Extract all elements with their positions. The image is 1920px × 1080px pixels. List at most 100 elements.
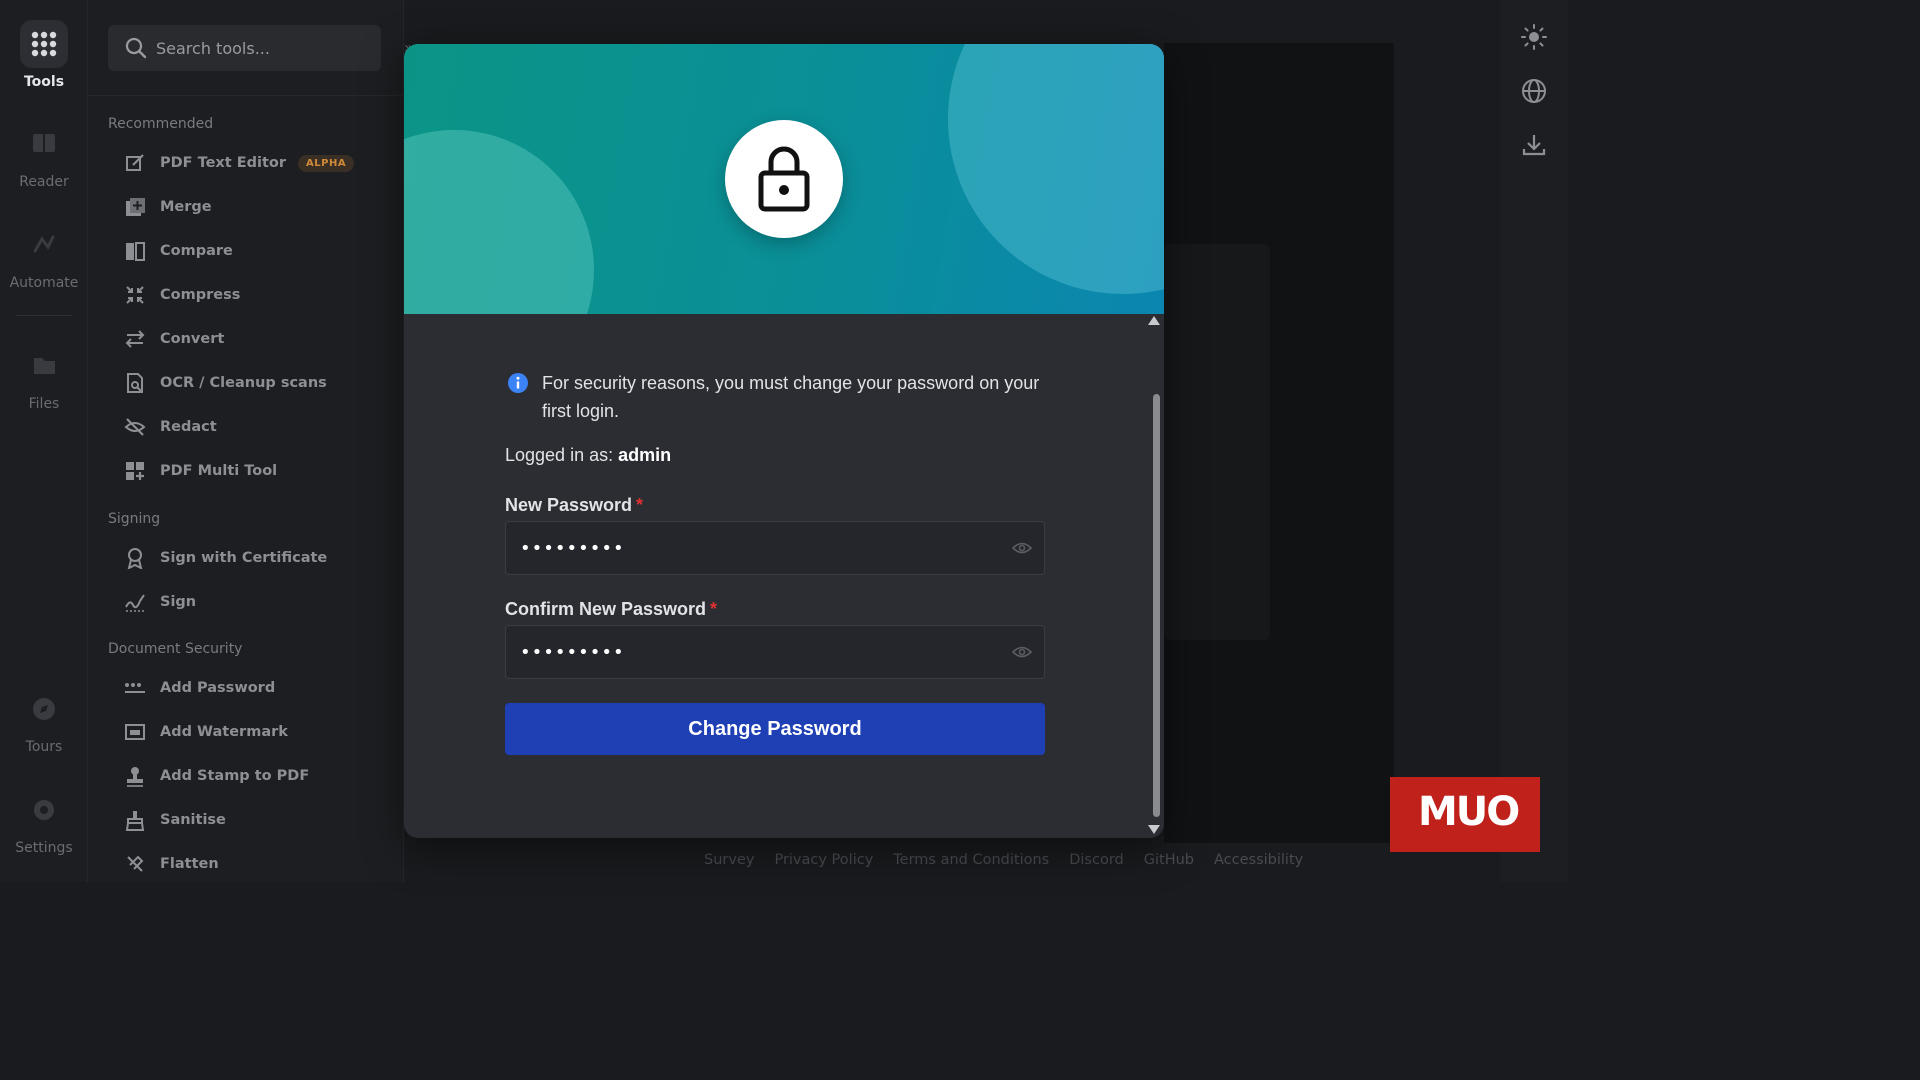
search-icon <box>125 37 147 63</box>
app-rail: Tools Reader Automate Files Tours Settin… <box>0 0 88 882</box>
search-input[interactable] <box>156 25 371 71</box>
lock-icon <box>758 146 810 212</box>
tools-panel: Recommended PDF Text Editor ALPHA Merge … <box>88 0 404 882</box>
tool-pdf-multi-tool[interactable]: PDF Multi Tool <box>124 456 277 486</box>
tool-pdf-text-editor[interactable]: PDF Text Editor ALPHA <box>124 148 355 178</box>
eye-off-icon <box>124 416 146 438</box>
tool-compress[interactable]: Compress <box>124 280 240 310</box>
label-text: New Password <box>505 495 633 515</box>
tool-label: OCR / Cleanup scans <box>160 375 327 391</box>
security-notice: For security reasons, you must change yo… <box>542 373 1040 421</box>
confirm-password-input[interactable] <box>520 626 1000 678</box>
tool-label: Convert <box>160 331 225 347</box>
tool-sign[interactable]: Sign <box>124 587 196 617</box>
certificate-icon <box>124 547 146 570</box>
label-text: Confirm New Password <box>505 599 707 619</box>
flatten-icon <box>124 853 146 875</box>
rail-item-tools[interactable]: Tools <box>0 20 88 90</box>
tool-label: PDF Text Editor <box>160 155 287 171</box>
rail-label: Reader <box>19 174 69 190</box>
new-password-input[interactable] <box>520 522 1000 574</box>
show-password-icon[interactable] <box>1011 540 1033 560</box>
logged-in-prefix: Logged in as: <box>505 445 614 465</box>
tool-redact[interactable]: Redact <box>124 412 217 442</box>
tool-compare[interactable]: Compare <box>124 236 233 266</box>
tool-label: Compress <box>160 287 241 303</box>
tool-add-stamp[interactable]: Add Stamp to PDF <box>124 761 309 791</box>
tool-add-watermark[interactable]: Add Watermark <box>124 717 288 747</box>
book-icon <box>20 120 68 168</box>
scroll-down-arrow[interactable] <box>1148 825 1160 834</box>
footer-link-privacy[interactable]: Privacy Policy <box>774 852 873 868</box>
modal-header-banner <box>404 44 1164 314</box>
scroll-up-arrow[interactable] <box>1148 316 1160 325</box>
rail-label: Automate <box>9 275 79 291</box>
rail-label: Files <box>28 396 60 412</box>
tool-add-password[interactable]: Add Password <box>124 673 275 703</box>
footer-link-terms[interactable]: Terms and Conditions <box>893 852 1049 868</box>
watermark-icon <box>124 721 146 743</box>
download-icon[interactable] <box>1521 132 1547 158</box>
rail-item-automate[interactable]: Automate <box>0 221 88 291</box>
gear-icon <box>20 786 68 834</box>
folder-icon <box>20 342 68 390</box>
tool-label: Flatten <box>160 856 219 872</box>
convert-icon <box>124 328 146 350</box>
password-icon <box>124 677 146 699</box>
automate-icon <box>20 221 68 269</box>
dashboard-icon <box>124 460 146 482</box>
tool-label: Sign <box>160 594 197 610</box>
compass-icon <box>20 685 68 733</box>
tool-sanitise[interactable]: Sanitise <box>124 805 226 835</box>
required-asterisk: * <box>710 599 718 619</box>
stamp-icon <box>124 765 146 787</box>
tool-label: PDF Multi Tool <box>160 463 278 479</box>
username: admin <box>618 445 672 465</box>
section-title-recommended: Recommended <box>108 116 214 132</box>
rail-item-files[interactable]: Files <box>0 342 88 412</box>
tool-sign-with-certificate[interactable]: Sign with Certificate <box>124 543 327 573</box>
info-icon <box>507 372 529 398</box>
compress-icon <box>124 284 146 306</box>
confirm-password-field[interactable] <box>505 625 1045 679</box>
alpha-badge: ALPHA <box>298 154 355 172</box>
change-password-button[interactable]: Change Password <box>505 703 1045 755</box>
tool-label: Add Watermark <box>160 724 288 740</box>
rail-divider <box>16 315 72 316</box>
tool-label: Sign with Certificate <box>160 550 328 566</box>
brush-icon <box>124 809 146 831</box>
grid-icon <box>20 20 68 68</box>
confirm-password-label: Confirm New Password * <box>505 599 717 620</box>
right-rail <box>1500 0 1568 882</box>
footer-links: Survey Privacy Policy Terms and Conditio… <box>704 852 1303 868</box>
tool-label: Add Stamp to PDF <box>160 768 310 784</box>
tool-ocr[interactable]: OCR / Cleanup scans <box>124 368 327 398</box>
globe-icon[interactable] <box>1521 78 1547 104</box>
theme-toggle-icon[interactable] <box>1521 24 1547 50</box>
rail-item-tours[interactable]: Tours <box>0 685 88 755</box>
rail-item-settings[interactable]: Settings <box>0 786 88 856</box>
tool-merge[interactable]: Merge <box>124 192 212 222</box>
tool-flatten[interactable]: Flatten <box>124 849 219 879</box>
logged-in-as: Logged in as: admin <box>505 445 671 466</box>
tool-convert[interactable]: Convert <box>124 324 224 354</box>
tool-label: Add Password <box>160 680 276 696</box>
section-title-document-security: Document Security <box>108 641 243 657</box>
lock-badge <box>725 120 843 238</box>
scan-icon <box>124 372 146 394</box>
footer-link-survey[interactable]: Survey <box>704 852 754 868</box>
tool-label: Sanitise <box>160 812 226 828</box>
new-password-label: New Password * <box>505 495 643 516</box>
footer-link-github[interactable]: GitHub <box>1144 852 1194 868</box>
scrollbar-thumb[interactable] <box>1153 394 1160 817</box>
show-password-icon[interactable] <box>1011 644 1033 664</box>
tool-search[interactable] <box>108 25 381 71</box>
footer-link-discord[interactable]: Discord <box>1069 852 1124 868</box>
viewer-panel <box>1164 244 1270 640</box>
footer-link-accessibility[interactable]: Accessibility <box>1214 852 1303 868</box>
tool-label: Redact <box>160 419 217 435</box>
rail-item-reader[interactable]: Reader <box>0 120 88 190</box>
new-password-field[interactable] <box>505 521 1045 575</box>
watermark-text: MUO <box>1418 789 1520 835</box>
tool-label: Merge <box>160 199 212 215</box>
